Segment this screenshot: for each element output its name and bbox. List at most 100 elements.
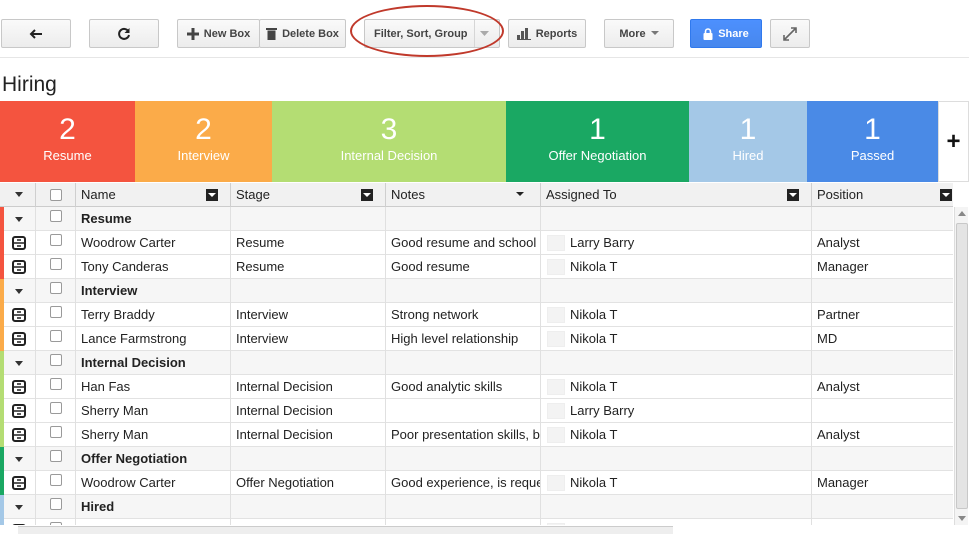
column-header-stage[interactable]: Stage xyxy=(231,183,386,207)
column-menu-icon[interactable] xyxy=(940,189,952,201)
row-checkbox[interactable] xyxy=(50,306,62,318)
caret-down-icon[interactable] xyxy=(15,361,23,366)
stage-cell[interactable]: Internal Decision xyxy=(231,423,386,447)
caret-down-icon[interactable] xyxy=(15,505,23,510)
stage-cell[interactable]: Resume xyxy=(231,255,386,279)
open-box-cell[interactable] xyxy=(0,255,36,279)
open-box-cell[interactable] xyxy=(0,303,36,327)
group-collapse-cell[interactable] xyxy=(0,207,36,231)
notes-cell[interactable]: Good resume and school xyxy=(386,231,541,255)
column-menu-icon[interactable] xyxy=(361,189,373,201)
position-cell[interactable] xyxy=(812,399,953,423)
group-collapse-cell[interactable] xyxy=(0,279,36,303)
stage-tile-passed[interactable]: 1 Passed xyxy=(807,101,938,182)
row-checkbox[interactable] xyxy=(50,474,62,486)
name-cell[interactable]: Sherry Man xyxy=(76,399,231,423)
stage-tile-offer-negotiation[interactable]: 1 Offer Negotiation xyxy=(506,101,689,182)
row-checkbox[interactable] xyxy=(50,426,62,438)
table-row[interactable]: Woodrow Carter Offer Negotiation Good expe… xyxy=(0,471,953,495)
open-box-cell[interactable] xyxy=(0,231,36,255)
notes-cell[interactable]: Strong network xyxy=(386,303,541,327)
stage-cell[interactable]: Interview xyxy=(231,327,386,351)
table-row[interactable]: Margret ChatalHiredStrong political conn… xyxy=(0,519,953,525)
share-button[interactable]: Share xyxy=(690,19,762,48)
stage-tile-resume[interactable]: 2 Resume xyxy=(0,101,135,182)
column-menu-icon[interactable] xyxy=(787,189,799,201)
assigned-to-cell[interactable]: Nikola T xyxy=(541,519,812,525)
column-header-position[interactable]: Position xyxy=(812,183,953,207)
delete-box-button[interactable]: Delete Box xyxy=(259,19,346,48)
notes-cell[interactable] xyxy=(386,399,541,423)
table-row[interactable]: Sherry Man Internal Decision Poor presenta… xyxy=(0,423,953,447)
row-checkbox[interactable] xyxy=(50,522,62,525)
group-select-cell[interactable] xyxy=(36,207,76,231)
group-collapse-cell[interactable] xyxy=(0,351,36,375)
row-select-cell[interactable] xyxy=(36,423,76,447)
group-collapse-cell[interactable] xyxy=(0,447,36,471)
back-button[interactable] xyxy=(1,19,71,48)
select-all-checkbox[interactable] xyxy=(50,189,62,201)
stage-tile-interview[interactable]: 2 Interview xyxy=(135,101,272,182)
table-row[interactable]: Sherry Man Internal Decision Larry Barry xyxy=(0,399,953,423)
group-header-row[interactable]: Internal Decision xyxy=(0,351,953,375)
group-collapse-cell[interactable] xyxy=(0,495,36,519)
assigned-to-cell[interactable]: Larry Barry xyxy=(541,399,812,423)
more-button[interactable]: More xyxy=(604,19,674,48)
group-select-cell[interactable] xyxy=(36,351,76,375)
row-select-cell[interactable] xyxy=(36,519,76,525)
name-cell[interactable]: Terry Braddy xyxy=(76,303,231,327)
add-stage-button[interactable]: + xyxy=(938,101,969,182)
open-box-cell[interactable] xyxy=(0,423,36,447)
name-cell[interactable]: Han Fas xyxy=(76,375,231,399)
notes-cell[interactable]: Good experience, is reque xyxy=(386,471,541,495)
group-checkbox[interactable] xyxy=(50,282,62,294)
open-box-cell[interactable] xyxy=(0,399,36,423)
stage-cell[interactable]: Hired xyxy=(231,519,386,525)
name-cell[interactable]: Woodrow Carter xyxy=(76,231,231,255)
name-cell[interactable]: Sherry Man xyxy=(76,423,231,447)
row-checkbox[interactable] xyxy=(50,378,62,390)
row-select-cell[interactable] xyxy=(36,327,76,351)
expand-button[interactable] xyxy=(770,19,810,48)
assigned-to-cell[interactable]: Nikola T xyxy=(541,375,812,399)
name-cell[interactable]: Tony Canderas xyxy=(76,255,231,279)
row-select-cell[interactable] xyxy=(36,255,76,279)
table-row[interactable]: Han Fas Internal Decision Good analytic sk… xyxy=(0,375,953,399)
table-row[interactable]: Lance Farmstrong Interview High level rela… xyxy=(0,327,953,351)
assigned-to-cell[interactable]: Nikola T xyxy=(541,255,812,279)
row-select-cell[interactable] xyxy=(36,471,76,495)
group-header-row[interactable]: Resume xyxy=(0,207,953,231)
notes-cell[interactable]: Good analytic skills xyxy=(386,375,541,399)
assigned-to-cell[interactable]: Nikola T xyxy=(541,303,812,327)
notes-cell[interactable]: Poor presentation skills, b xyxy=(386,423,541,447)
reports-button[interactable]: Reports xyxy=(508,19,586,48)
row-select-cell[interactable] xyxy=(36,399,76,423)
assigned-to-cell[interactable]: Larry Barry xyxy=(541,231,812,255)
stage-cell[interactable]: Interview xyxy=(231,303,386,327)
horizontal-scrollbar[interactable] xyxy=(18,526,673,534)
group-checkbox[interactable] xyxy=(50,210,62,222)
row-select-cell[interactable] xyxy=(36,375,76,399)
group-header-row[interactable]: Hired xyxy=(0,495,953,519)
position-cell[interactable]: Analyst xyxy=(812,423,953,447)
chevron-down-icon[interactable] xyxy=(516,192,524,197)
table-row[interactable]: Woodrow Carter Resume Good resume and scho… xyxy=(0,231,953,255)
header-select-all[interactable] xyxy=(36,183,76,207)
table-row[interactable]: Terry Braddy Interview Strong network Nikol… xyxy=(0,303,953,327)
stage-tile-internal-decision[interactable]: 3 Internal Decision xyxy=(272,101,506,182)
position-cell[interactable]: Analyst xyxy=(812,231,953,255)
assigned-to-cell[interactable]: Nikola T xyxy=(541,327,812,351)
stage-cell[interactable]: Resume xyxy=(231,231,386,255)
position-cell[interactable]: Manager xyxy=(812,255,953,279)
position-cell[interactable]: Manager xyxy=(812,519,953,525)
row-checkbox[interactable] xyxy=(50,330,62,342)
position-cell[interactable]: Manager xyxy=(812,471,953,495)
notes-cell[interactable]: High level relationship xyxy=(386,327,541,351)
name-cell[interactable]: Margret Chatal xyxy=(76,519,231,525)
filter-sort-group-button[interactable]: Filter, Sort, Group xyxy=(364,19,500,48)
assigned-to-cell[interactable]: Nikola T xyxy=(541,471,812,495)
row-select-cell[interactable] xyxy=(36,231,76,255)
position-cell[interactable]: Analyst xyxy=(812,375,953,399)
table-row[interactable]: Tony Canderas Resume Good resume Nikola T Ma… xyxy=(0,255,953,279)
group-checkbox[interactable] xyxy=(50,354,62,366)
